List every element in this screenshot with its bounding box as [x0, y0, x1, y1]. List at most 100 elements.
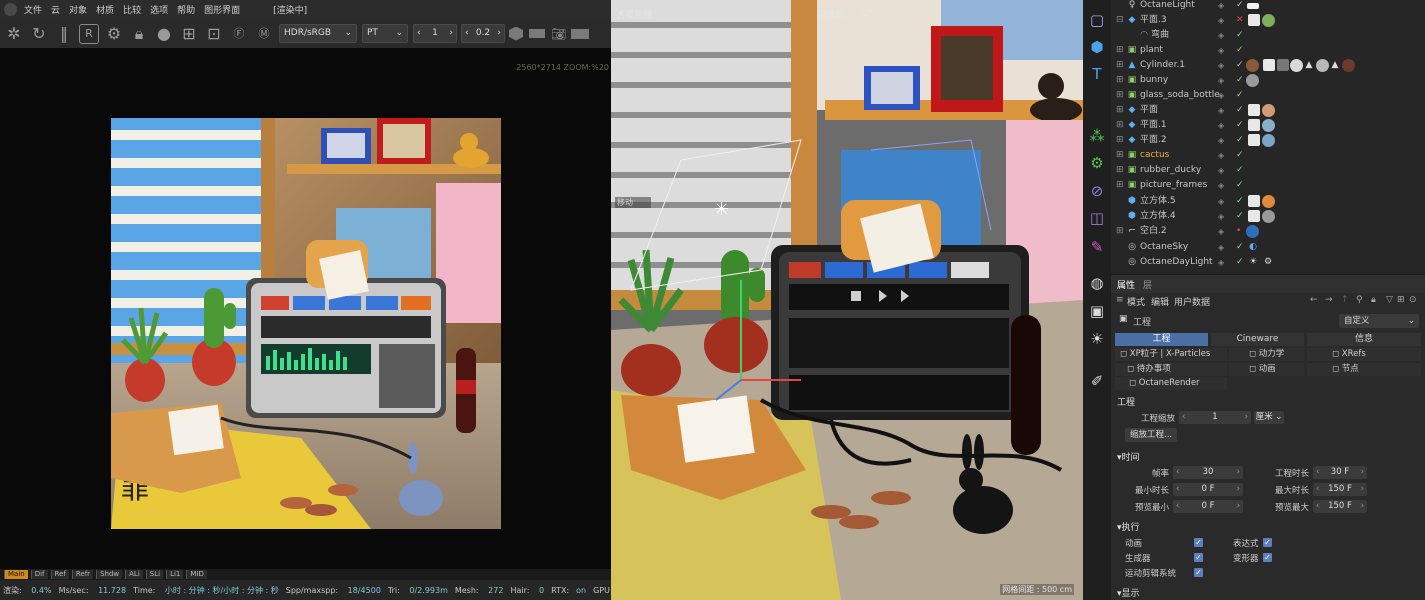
material-tag-icon[interactable]: [1262, 14, 1275, 27]
visibility-dots-icon[interactable]: ◈: [1218, 194, 1224, 209]
arrow-right-icon[interactable]: ›: [1237, 466, 1240, 479]
object-row[interactable]: ⊞ ◆ 平面 ◈ ✓: [1111, 103, 1425, 118]
menu-options[interactable]: 选项: [150, 3, 168, 16]
viewport-scene[interactable]: ✳: [611, 0, 1083, 600]
pass-mid[interactable]: MID: [186, 570, 207, 579]
texture-tag-icon[interactable]: [1248, 210, 1260, 222]
gear-generator-icon[interactable]: ⚙: [1086, 152, 1108, 174]
arrow-left-icon[interactable]: ‹: [1176, 500, 1179, 513]
object-name[interactable]: 平面.2: [1140, 133, 1167, 148]
arrow-left-icon[interactable]: ‹: [1316, 483, 1319, 496]
arrow-left-icon[interactable]: ‹: [1176, 483, 1179, 496]
duration-field[interactable]: ‹ 30 F ›: [1313, 466, 1367, 479]
visibility-dots-icon[interactable]: ◈: [1218, 13, 1224, 28]
add-region-icon[interactable]: ⊞: [179, 24, 199, 44]
cloner-icon[interactable]: ⁂: [1086, 125, 1108, 147]
object-name[interactable]: Cylinder.1: [1140, 58, 1185, 73]
settings-icon[interactable]: ⊙: [1409, 295, 1417, 305]
subtab-nodes[interactable]: ◻ 节点: [1307, 363, 1421, 376]
enabled-check-icon[interactable]: ✓: [1236, 194, 1244, 209]
pass-main[interactable]: Main: [4, 570, 28, 579]
viewport-title[interactable]: 透视视图: [616, 8, 652, 21]
expand-toggle-icon[interactable]: ⊞: [1116, 103, 1124, 118]
object-name[interactable]: glass_soda_bottle: [1140, 88, 1220, 103]
object-row[interactable]: ⊞ ▣ cactus ◈ ✓: [1111, 148, 1425, 163]
arrow-left-icon[interactable]: ‹: [1176, 466, 1179, 479]
object-name[interactable]: 平面: [1140, 103, 1158, 118]
texture-tag-icon[interactable]: [1248, 14, 1260, 26]
visibility-dots-icon[interactable]: ◈: [1218, 88, 1224, 103]
arrow-left-icon[interactable]: ‹: [465, 25, 469, 42]
pass-refr[interactable]: Refr: [71, 570, 94, 579]
scale-project-button[interactable]: 缩放工程...: [1125, 428, 1178, 442]
filter-icon[interactable]: ▽: [1386, 295, 1393, 305]
disabled-x-icon[interactable]: ✕: [1236, 13, 1244, 28]
object-name[interactable]: OctaneDayLight: [1140, 255, 1213, 270]
subtab-xparticles[interactable]: ◻ XP粒子 | X-Particles: [1115, 348, 1227, 361]
spline-pen-icon[interactable]: ✎: [1086, 236, 1108, 258]
octane-light-tag-icon[interactable]: [1247, 3, 1259, 9]
menu-help[interactable]: 帮助: [177, 3, 195, 16]
section-execution[interactable]: ▾执行: [1117, 520, 1140, 533]
expand-toggle-icon[interactable]: ⊞: [1116, 118, 1124, 133]
arrow-right-icon[interactable]: ›: [1237, 483, 1240, 496]
enabled-check-icon[interactable]: ✓: [1236, 178, 1244, 193]
texture-tag-icon[interactable]: [1248, 119, 1260, 131]
menu-mode[interactable]: 模式: [1127, 295, 1145, 308]
object-name[interactable]: bunny: [1140, 73, 1168, 88]
settings-gear-icon[interactable]: ⚙: [104, 24, 124, 44]
sculpt-icon[interactable]: ✐: [1086, 370, 1108, 392]
arrow-right-icon[interactable]: ›: [1237, 500, 1240, 513]
animation-checkbox[interactable]: ✓: [1194, 538, 1203, 547]
pass-sli[interactable]: SLi: [145, 570, 164, 579]
pause-render-icon[interactable]: ‖: [54, 24, 74, 44]
pass-li1[interactable]: Li1: [166, 570, 184, 579]
material-tag-icon[interactable]: [1290, 59, 1303, 72]
project-scale-field[interactable]: ‹ 1 ›: [1179, 411, 1251, 424]
text-icon[interactable]: T: [1086, 63, 1108, 85]
arrow-up-icon[interactable]: ↑: [1341, 295, 1349, 305]
m-pin-icon[interactable]: Ⓜ: [254, 24, 274, 44]
resolution-stepper[interactable]: ‹ 0.2 ›: [461, 24, 505, 43]
film-region-icon[interactable]: [529, 29, 545, 38]
perspective-viewport[interactable]: ✳ 透视视图 摄像机 ▢⁴ 移动 网格间距 : 500 cm: [611, 0, 1083, 600]
material-tag-icon[interactable]: [1246, 74, 1259, 87]
material-ball-icon[interactable]: ●: [154, 24, 174, 44]
enabled-check-icon[interactable]: ✓: [1236, 58, 1244, 73]
texture-tag-icon[interactable]: [1248, 104, 1260, 116]
search-icon[interactable]: ⚲: [1356, 295, 1363, 305]
lock-icon[interactable]: 🔒︎: [1371, 295, 1376, 305]
object-row[interactable]: ⊞ ▣ glass_soda_bottle ◈ ✓: [1111, 88, 1425, 103]
object-row[interactable]: ⊞ ▣ picture_frames ◈ ✓: [1111, 178, 1425, 193]
f-pin-icon[interactable]: Ⓕ: [229, 24, 249, 44]
object-name[interactable]: 平面.1: [1140, 118, 1167, 133]
object-name[interactable]: rubber_ducky: [1140, 163, 1201, 178]
motion-system-checkbox[interactable]: ✓: [1194, 568, 1203, 577]
object-row[interactable]: ⊞ ⌐ 空白.2 ◈ •: [1111, 224, 1425, 239]
region-render-icon[interactable]: R: [79, 23, 99, 44]
min-time-field[interactable]: ‹ 0 F ›: [1173, 483, 1243, 496]
object-name[interactable]: plant: [1140, 43, 1163, 58]
new-window-icon[interactable]: ⊞: [1397, 295, 1405, 305]
expand-toggle-icon[interactable]: ⊟: [1116, 13, 1124, 28]
visibility-dots-icon[interactable]: ◈: [1218, 240, 1224, 255]
material-tag-icon[interactable]: [1262, 134, 1275, 147]
enabled-check-icon[interactable]: ✓: [1236, 148, 1244, 163]
fps-field[interactable]: ‹ 30 ›: [1173, 466, 1243, 479]
scene-globe-icon[interactable]: ◍: [1086, 272, 1108, 294]
enabled-check-icon[interactable]: ✓: [1236, 88, 1244, 103]
object-name[interactable]: cactus: [1140, 148, 1169, 163]
menu-user-data[interactable]: 用户数据: [1174, 295, 1210, 308]
visibility-dots-icon[interactable]: ◈: [1218, 118, 1224, 133]
arrow-left-icon[interactable]: ‹: [1182, 411, 1185, 424]
deformer-icon[interactable]: ⊘: [1086, 180, 1108, 202]
visibility-dots-icon[interactable]: ◈: [1218, 209, 1224, 224]
arrow-back-icon[interactable]: ←: [1310, 295, 1318, 305]
expand-toggle-icon[interactable]: ⊞: [1116, 58, 1124, 73]
max-time-field[interactable]: ‹ 150 F ›: [1313, 483, 1367, 496]
expand-toggle-icon[interactable]: ⊞: [1116, 88, 1124, 103]
material-tag-icon[interactable]: [1262, 195, 1275, 208]
material-tag-icon[interactable]: [1262, 104, 1275, 117]
kernel-select[interactable]: PT ⌄: [362, 24, 408, 43]
object-row[interactable]: ⊞ ◆ 平面.2 ◈ ✓: [1111, 133, 1425, 148]
